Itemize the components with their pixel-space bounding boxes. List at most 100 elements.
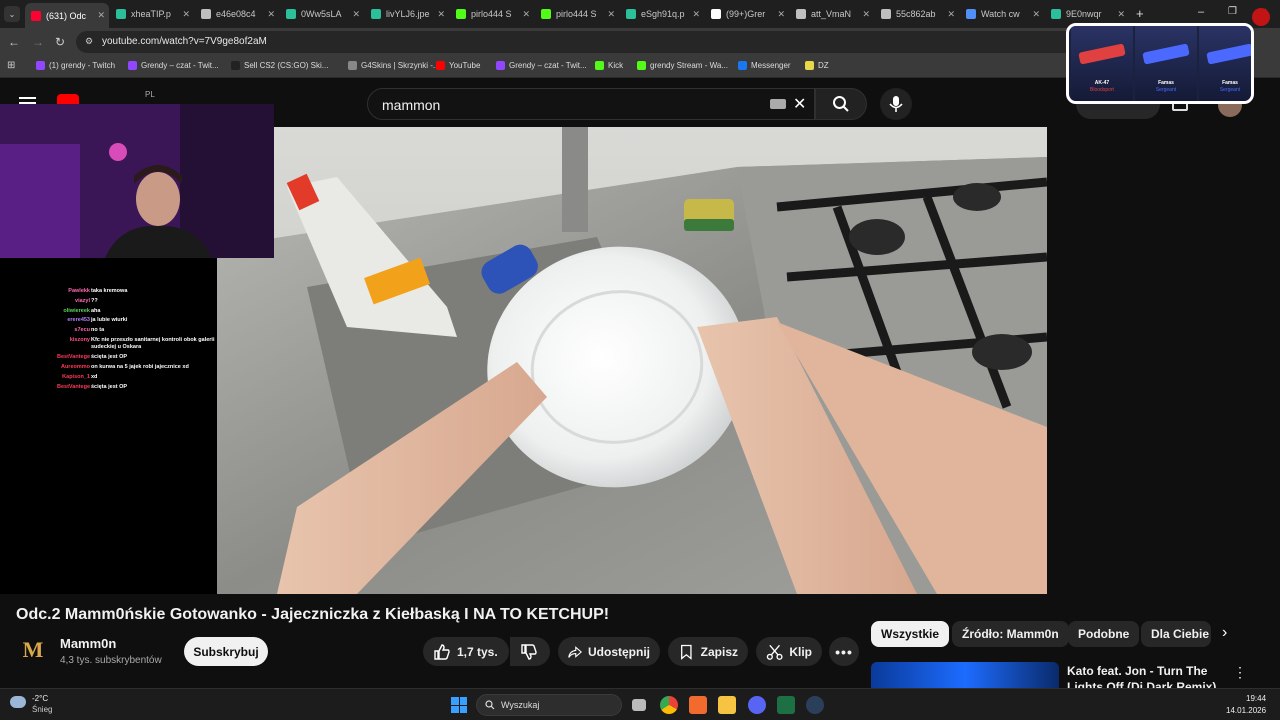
tab-close-icon[interactable]: ✕ [437,9,445,20]
tab-close-icon[interactable]: ✕ [522,9,530,20]
filter-chip[interactable]: Źródło: Mamm0n [952,621,1069,647]
clock-time[interactable]: 19:44 [1246,694,1266,703]
tab-label: 0Ww5sLA [301,9,342,19]
channel-name[interactable]: Mamm0n [60,636,116,651]
tab-close-icon[interactable]: ✕ [692,9,700,20]
restore-icon[interactable]: ❐ [1228,6,1237,17]
bookmark-item[interactable]: G4Skins | Skrzynki -... [348,61,440,70]
recommended-video[interactable]: Kato feat. Jon - Turn The Lights Off (Dj… [871,662,1261,688]
video-frame-image [217,127,1047,594]
bookmark-item[interactable]: grendy Stream - Wa... [637,61,728,70]
browser-tab[interactable]: (99+)Grer ✕ [705,4,789,24]
chips-next-icon[interactable]: › [1222,624,1227,642]
weather-widget[interactable]: -2°C Śnieg [8,693,88,717]
browser-tab[interactable]: pirlo444 S ✕ [450,4,534,24]
tab-search-button[interactable]: ⌄ [4,6,20,22]
tab-close-icon[interactable]: ✕ [862,9,870,20]
apps-grid-icon[interactable]: ⊞ [7,60,15,71]
like-button[interactable]: 1,7 tys. [423,637,509,666]
bookmark-favicon-icon [738,61,747,70]
browser-tab[interactable]: xheaTIP.p ✕ [110,4,194,24]
bookmark-item[interactable]: Kick [595,61,623,70]
chat-username: BestVantege [56,354,90,361]
tab-close-icon[interactable]: ✕ [1032,9,1040,20]
tab-favicon-icon [966,9,976,19]
task-view-icon[interactable] [632,699,646,711]
bookmark-item[interactable]: Sell CS2 (CS:GO) Ski... [231,61,328,70]
weather-icon [10,696,26,708]
tab-close-icon[interactable]: ✕ [947,9,955,20]
bookmark-favicon-icon [637,61,646,70]
skin-weapon-name: Famas [1222,80,1238,86]
skin-card: AK-47 Bloodsport [1071,26,1133,101]
forward-icon[interactable]: → [32,35,44,49]
channel-avatar[interactable]: M [18,635,48,665]
filter-chip[interactable]: Wszystkie [871,621,950,647]
bookmark-item[interactable]: Grendy – czat - Twit... [496,61,587,70]
tab-close-icon[interactable]: ✕ [1117,9,1125,20]
tab-close-icon[interactable]: ✕ [352,9,360,20]
skin-weapon-name: AK-47 [1094,80,1110,86]
excel-icon[interactable] [777,696,795,714]
chat-text: taka kremowa [91,288,128,294]
dislike-button[interactable] [510,637,550,666]
share-button[interactable]: Udostępnij [558,637,660,666]
browser-tab[interactable]: 0Ww5sLA ✕ [280,4,364,24]
bookmark-item[interactable]: Grendy – czat - Twit... [128,61,219,70]
search-button[interactable] [815,88,867,120]
browser-tab[interactable]: 55c862ab ✕ [875,4,959,24]
tab-close-icon[interactable]: ✕ [267,9,275,20]
taskbar-search[interactable]: Wyszukaj [476,694,622,716]
clock-date[interactable]: 14.01.2026 [1226,706,1266,715]
more-actions-button[interactable]: ••• [829,637,859,666]
url-field[interactable]: ⚙ youtube.com/watch?v=7V9ge8of2aM [76,31,1076,53]
browser-tab[interactable]: pirlo444 S ✕ [535,4,619,24]
back-icon[interactable]: ← [8,35,20,49]
bookmark-item[interactable]: Messenger [738,61,791,70]
new-tab-button[interactable]: + [1136,6,1144,21]
brave-icon[interactable] [689,696,707,714]
tab-close-icon[interactable]: ✕ [607,9,615,20]
site-info-icon[interactable]: ⚙ [85,36,93,47]
keyboard-icon[interactable] [770,99,786,109]
recommended-menu-icon[interactable]: ⋮ [1233,664,1247,681]
subscribe-button[interactable]: Subskrybuj [184,637,268,666]
browser-tab[interactable]: Watch cw ✕ [960,4,1044,24]
browser-tab[interactable]: 9E0nwqr ✕ [1045,4,1129,24]
clip-button[interactable]: Klip [756,637,822,666]
filter-chip[interactable]: Podobne [1068,621,1140,647]
video-player[interactable] [217,127,1047,594]
tab-close-icon[interactable]: ✕ [182,9,190,20]
bookmark-favicon-icon [128,61,137,70]
search-input[interactable]: mammon ✕ [367,88,815,120]
browser-tab[interactable]: eSgh91q.p ✕ [620,4,704,24]
chat-username: kiszony [69,336,90,343]
bookmark-item[interactable]: (1) grendy - Twitch [36,61,115,70]
clear-search-icon[interactable]: ✕ [793,94,806,114]
tab-close-icon[interactable]: ✕ [97,10,105,21]
chat-text: aha [91,307,101,314]
filter-chip[interactable]: Dla Ciebie [1141,621,1211,647]
voice-search-button[interactable] [880,88,912,120]
browser-tab[interactable]: att_VmaN ✕ [790,4,874,24]
chrome-icon[interactable] [660,696,678,714]
taskbar-search-placeholder: Wyszukaj [501,700,540,710]
reload-icon[interactable]: ↻ [55,35,65,49]
save-button[interactable]: Zapisz [668,637,748,666]
start-button[interactable] [451,697,467,713]
channel-avatar-letter: M [22,637,44,662]
bookmark-item[interactable]: DZ [805,61,829,70]
tab-label: xheaTIP.p [131,9,171,19]
browser-tab[interactable]: e46e08c4 ✕ [195,4,279,24]
minimize-icon[interactable]: – [1198,6,1204,18]
tab-favicon-icon [371,9,381,19]
skin-weapon-name: Famas [1158,80,1174,86]
bookmark-item[interactable]: YouTube [436,61,480,70]
browser-tab[interactable]: livYLJ6.jpe ✕ [365,4,449,24]
browser-tab[interactable]: (631) Odc ✕ [25,3,109,28]
file-explorer-icon[interactable] [718,696,736,714]
discord-icon[interactable] [748,696,766,714]
tab-close-icon[interactable]: ✕ [777,9,785,20]
chat-text: on kurwa na 5 jajek robi jajecznice xd [91,364,189,370]
steam-icon[interactable] [806,696,824,714]
